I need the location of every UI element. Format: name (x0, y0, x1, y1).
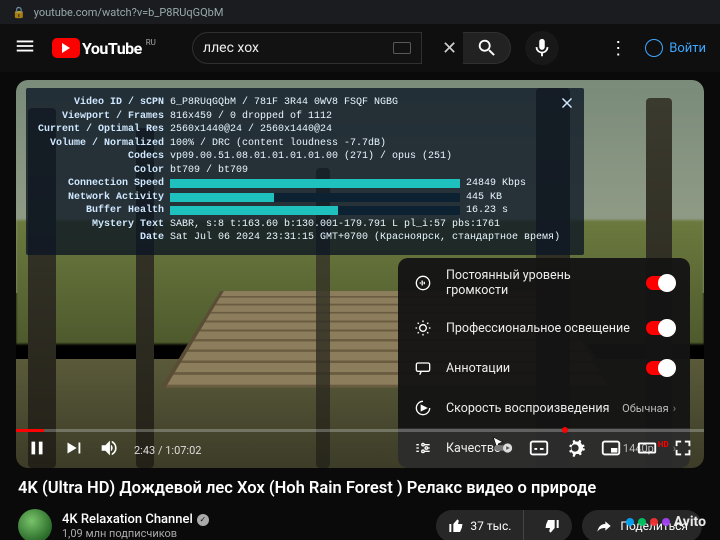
youtube-wordmark: YouTube (82, 39, 142, 58)
voice-search-button[interactable] (525, 31, 559, 65)
lock-icon: 🔒 (12, 6, 26, 19)
more-options-button[interactable]: ⋮ (609, 38, 627, 59)
masthead: YouTube RU ллес хох ✕ ⋮ Войти (0, 24, 720, 72)
pause-button[interactable] (26, 437, 48, 463)
like-dislike-buttons: 37 тыс. (436, 510, 572, 540)
volume-button[interactable] (98, 437, 120, 463)
page-url: youtube.com/watch?v=b_P8RUqGQbM (34, 6, 224, 19)
close-stats-button[interactable] (558, 94, 576, 112)
stat-bar-row: Buffer Health16.23 s (36, 204, 574, 218)
channel-avatar[interactable] (18, 509, 52, 540)
verified-badge-icon: ✓ (197, 514, 209, 526)
annotations-icon (412, 358, 434, 378)
settings-button[interactable] (564, 437, 586, 463)
chevron-right-icon: › (673, 402, 676, 415)
settings-item-stable-volume[interactable]: Постоянный уровень громкости (398, 258, 690, 308)
search-button[interactable] (463, 32, 511, 64)
settings-item-speed[interactable]: Скорость воспроизведения Обычная› (398, 388, 690, 428)
stat-bar-row: Network Activity445 KB (36, 191, 574, 205)
autoplay-toggle[interactable] (492, 437, 514, 463)
settings-badge-icon (562, 427, 568, 433)
channel-name[interactable]: 4K Relaxation Channel ✓ (62, 512, 209, 527)
dislike-button[interactable] (532, 510, 572, 540)
toggle-on-icon[interactable] (646, 361, 676, 375)
hamburger-menu-icon[interactable] (14, 35, 36, 61)
signin-label: Войти (669, 41, 706, 56)
signin-button[interactable]: Войти (645, 39, 706, 57)
youtube-play-icon (52, 38, 80, 58)
search-value: ллес хох (203, 40, 259, 56)
browser-address-bar: 🔒 youtube.com/watch?v=b_P8RUqGQbM (0, 0, 720, 24)
like-button[interactable]: 37 тыс. (436, 510, 524, 540)
video-title: 4K (Ultra HD) Дождевой лес Хох (Hoh Rain… (18, 478, 702, 499)
stat-row: Colorbt709 / bt709 (36, 164, 574, 178)
stat-row: DateSat Jul 06 2024 23:31:15 GMT+0700 (К… (36, 231, 574, 245)
stat-row: Current / Optimal Res2560x1440@24 / 2560… (36, 123, 574, 137)
stat-row: Video ID / sCPN6_P8RUqGQbM / 781F 3R44 0… (36, 96, 574, 110)
keyboard-icon[interactable] (393, 42, 411, 54)
fullscreen-button[interactable] (672, 437, 694, 463)
stat-row: Volume / Normalized100% / DRC (content l… (36, 137, 574, 151)
stats-for-nerds-panel: Video ID / sCPN6_P8RUqGQbM / 781F 3R44 0… (26, 88, 584, 255)
stat-row: Viewport / Frames816x459 / 0 dropped of … (36, 110, 574, 124)
theater-button[interactable] (636, 437, 658, 463)
time-display: 2:43 / 1:07:02 (134, 444, 201, 457)
youtube-logo[interactable]: YouTube RU (52, 38, 142, 58)
clear-search-button[interactable]: ✕ (436, 38, 463, 59)
miniplayer-button[interactable] (600, 437, 622, 463)
toggle-on-icon[interactable] (646, 276, 676, 290)
stat-bar-row: Connection Speed24849 Kbps (36, 177, 574, 191)
subscriber-count: 1,09 млн подписчиков (62, 527, 209, 540)
settings-item-annotations[interactable]: Аннотации (398, 348, 690, 388)
settings-item-lighting[interactable]: Профессиональное освещение (398, 308, 690, 348)
toggle-on-icon[interactable] (646, 321, 676, 335)
lighting-icon (412, 318, 434, 338)
stat-row: Mystery TextSABR, s:8 t:163.60 b:130.001… (36, 218, 574, 232)
user-icon (645, 39, 663, 57)
playback-speed-icon (412, 398, 434, 418)
stable-volume-icon (412, 273, 434, 293)
video-player[interactable]: Video ID / sCPN6_P8RUqGQbM / 781F 3R44 0… (16, 80, 704, 468)
search-input[interactable]: ллес хох (192, 32, 422, 64)
player-controls: 2:43 / 1:07:02 (16, 432, 704, 468)
country-code: RU (146, 38, 156, 47)
avito-watermark: Avito (626, 514, 706, 530)
captions-button[interactable] (528, 437, 550, 463)
stat-row: Codecsvp09.00.51.08.01.01.01.01.00 (271)… (36, 150, 574, 164)
below-player: 4K (Ultra HD) Дождевой лес Хох (Hoh Rain… (0, 468, 720, 540)
next-button[interactable] (62, 437, 84, 463)
